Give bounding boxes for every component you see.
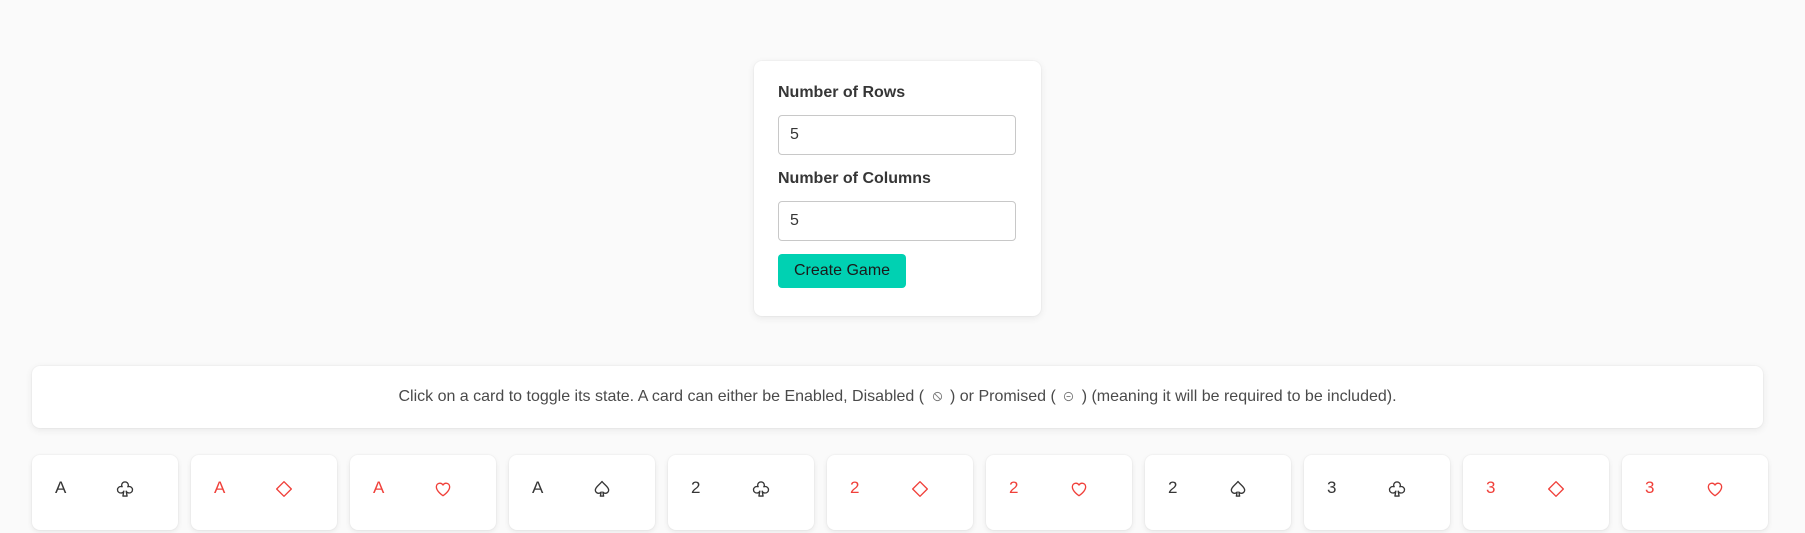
card[interactable]: A <box>509 455 655 530</box>
card-rank: 3 <box>1486 478 1496 497</box>
card-rank: 2 <box>691 478 701 497</box>
card-rank: A <box>214 478 226 497</box>
card-rank: 3 <box>1327 478 1337 497</box>
card-grid: A A A A 2 2 2 2 3 3 3 <box>32 455 1768 533</box>
card-rank: A <box>373 478 385 497</box>
heart-icon <box>1705 479 1725 499</box>
instructions-text: Click on a card to toggle its state. A c… <box>398 388 1396 406</box>
card[interactable]: A <box>32 455 178 530</box>
columns-label: Number of Columns <box>778 170 931 187</box>
card[interactable]: 2 <box>986 455 1132 530</box>
card[interactable]: A <box>350 455 496 530</box>
card-rank: 2 <box>1009 478 1019 497</box>
card-rank: A <box>55 478 67 497</box>
diamond-icon <box>910 479 930 499</box>
instructions-part-3: ) (meaning it will be required to be inc… <box>1081 388 1397 405</box>
card[interactable]: 3 <box>1622 455 1768 530</box>
instructions-part-1: Click on a card to toggle its state. A c… <box>398 388 925 405</box>
card[interactable]: 2 <box>668 455 814 530</box>
card[interactable]: 2 <box>1145 455 1291 530</box>
game-config-panel: Number of Rows Number of Columns Create … <box>754 61 1041 316</box>
card-rank: 2 <box>850 478 860 497</box>
card[interactable]: 3 <box>1463 455 1609 530</box>
spade-icon <box>1228 479 1248 499</box>
ban-icon <box>932 391 942 402</box>
club-icon <box>1387 479 1407 499</box>
instructions-panel: Click on a card to toggle its state. A c… <box>32 366 1763 428</box>
rows-input[interactable] <box>778 115 1016 155</box>
club-icon <box>751 479 771 499</box>
card-rank: 3 <box>1645 478 1655 497</box>
card[interactable]: 3 <box>1304 455 1450 530</box>
heart-icon <box>1069 479 1089 499</box>
heart-icon <box>433 479 453 499</box>
columns-input[interactable] <box>778 201 1016 241</box>
rows-label: Number of Rows <box>778 84 906 101</box>
card-rank: A <box>532 478 544 497</box>
diamond-icon <box>274 479 294 499</box>
card[interactable]: A <box>191 455 337 530</box>
club-icon <box>115 479 135 499</box>
card[interactable]: 2 <box>827 455 973 530</box>
card-rank: 2 <box>1168 478 1178 497</box>
create-game-button[interactable]: Create Game <box>778 254 907 288</box>
instructions-part-2: ) or Promised ( <box>950 388 1056 405</box>
spade-icon <box>592 479 612 499</box>
circle-dot-icon <box>1064 391 1074 402</box>
diamond-icon <box>1546 479 1566 499</box>
